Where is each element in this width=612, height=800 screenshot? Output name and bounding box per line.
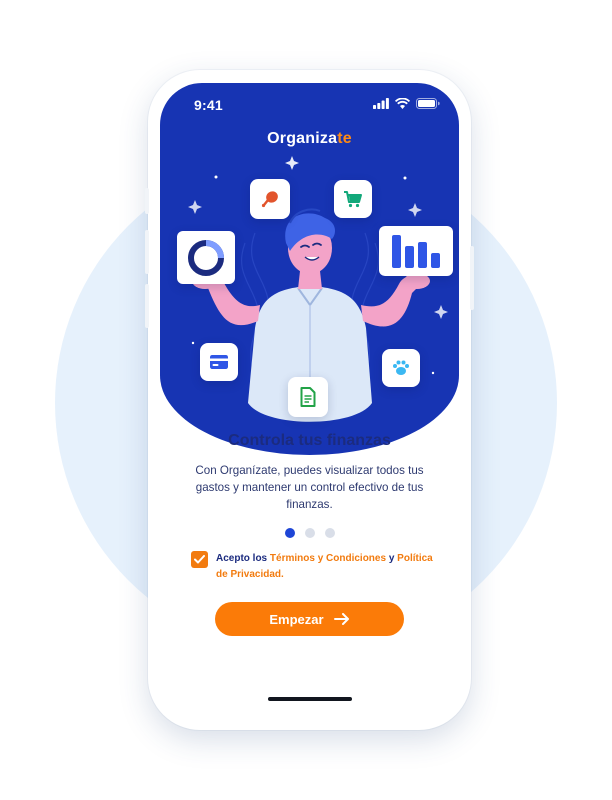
status-time: 9:41 [194,97,223,113]
payment-card [200,343,238,381]
donut-chart-card [177,231,235,284]
volume-down-button [145,284,149,328]
volume-up-button [145,230,149,274]
page-indicator [160,528,459,538]
start-button-label: Empezar [269,611,324,627]
terms-conjunction: y [388,553,395,564]
chicken-leg-icon [261,191,278,208]
battery-icon [416,98,440,109]
page-dot-3[interactable] [324,528,335,538]
credit-card-icon [210,355,228,369]
terms-checkbox[interactable] [191,551,208,568]
document-card [288,377,328,417]
home-indicator[interactable] [268,697,352,701]
brand-name-accent: te [337,130,352,147]
signal-icon [373,98,389,109]
mute-switch [145,188,149,214]
power-button [470,246,474,310]
checkmark-icon [194,555,205,564]
phone-frame: 9:41 Organizate Controla tus finanzas Co… [145,70,474,730]
cart-icon [344,191,362,208]
status-icons [373,98,440,109]
pets-card [382,349,420,387]
start-button[interactable]: Empezar [215,602,404,636]
bar-chart-icon [392,235,440,268]
bar-chart-card [379,226,453,276]
pet-paw-icon [393,360,409,375]
onboarding-title: Controla tus finanzas [228,432,391,449]
food-card [250,179,290,219]
phone-screen: 9:41 Organizate Controla tus finanzas Co… [160,83,459,717]
arrow-right-icon [333,613,349,625]
terms-and-conditions-link[interactable]: Términos y Condiciones [270,553,386,564]
brand-logo: Organizate [160,130,459,148]
donut-chart-icon [188,239,224,276]
document-icon [300,387,316,407]
terms-prefix: Acepto los [216,553,268,564]
onboarding-description: Con Organízate, puedes visualizar todos … [195,464,424,511]
terms-text: Acepto los Términos y Condiciones y Polí… [216,551,441,583]
brand-name-main: Organiza [267,130,338,147]
shopping-card [334,180,372,218]
wifi-icon [395,98,410,109]
terms-agreement: Acepto los Términos y Condiciones y Polí… [191,551,441,583]
page-dot-1[interactable] [284,528,295,538]
page-dot-2[interactable] [304,528,315,538]
